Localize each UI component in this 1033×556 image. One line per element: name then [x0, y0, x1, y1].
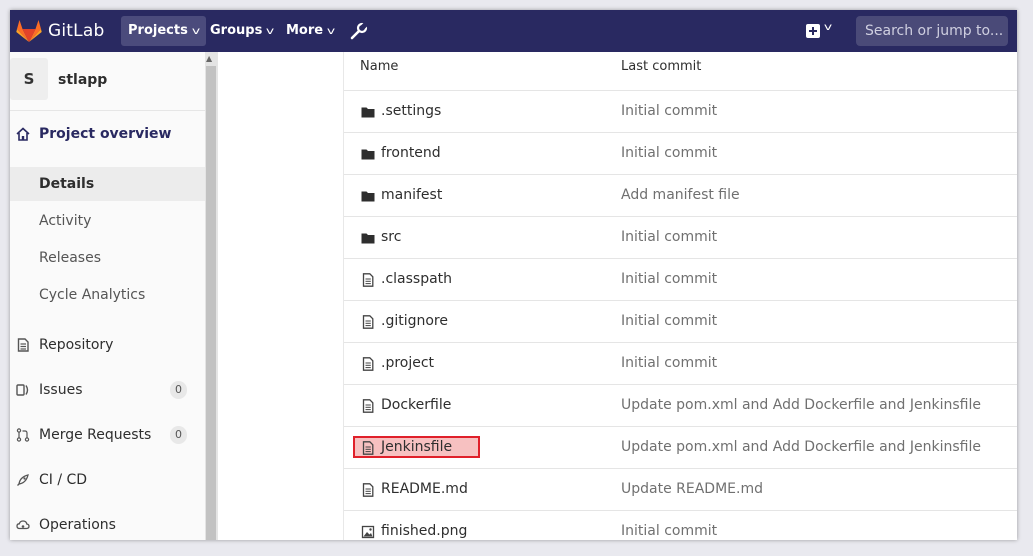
file-name-link[interactable]: .classpath [381, 271, 452, 287]
file-icon [362, 441, 374, 455]
file-name-link[interactable]: frontend [381, 145, 441, 161]
last-commit-link[interactable]: Initial commit [621, 523, 717, 539]
sidebar-item-label: Releases [39, 250, 101, 266]
table-row[interactable]: src Initial commit [344, 216, 1017, 258]
file-icon [362, 273, 374, 287]
issues-icon [16, 384, 29, 396]
chevron-down-icon: v [326, 26, 336, 37]
file-icon [362, 399, 374, 413]
sidebar-item-merge-requests[interactable]: Merge Requests 0 [10, 418, 205, 452]
sidebar-item-label: Activity [39, 213, 92, 229]
file-icon [362, 483, 374, 497]
folder-icon [361, 107, 375, 118]
table-row[interactable]: .gitignore Initial commit [344, 300, 1017, 342]
table-row[interactable]: finished.png Initial commit [344, 510, 1017, 540]
column-header-name: Name [360, 59, 399, 74]
file-name-link[interactable]: src [381, 229, 401, 245]
sidebar-item-details[interactable]: Details [10, 167, 205, 201]
table-row[interactable]: .classpath Initial commit [344, 258, 1017, 300]
table-row[interactable]: README.md Update README.md [344, 468, 1017, 510]
last-commit-link[interactable]: Update pom.xml and Add Dockerfile and Je… [621, 397, 981, 413]
repository-file-table: Name Last commit .settings Initial commit… [218, 52, 1017, 540]
sidebar-scrollbar-thumb[interactable] [206, 66, 216, 540]
folder-icon [361, 149, 375, 160]
file-name-link[interactable]: README.md [381, 481, 468, 497]
more-label: More [286, 23, 324, 38]
last-commit-link[interactable]: Initial commit [621, 271, 717, 287]
file-icon [362, 357, 374, 371]
sidebar-item-label: CI / CD [39, 472, 88, 488]
sidebar-item-label: Project overview [39, 126, 172, 142]
table-row[interactable]: .project Initial commit [344, 342, 1017, 384]
wrench-icon[interactable] [350, 22, 368, 40]
file-name-link[interactable]: .project [381, 355, 434, 371]
last-commit-link[interactable]: Initial commit [621, 145, 717, 161]
sidebar-item-activity[interactable]: Activity [10, 204, 205, 238]
file-icon [362, 315, 374, 329]
rocket-icon [17, 474, 29, 486]
app-window: GitLab Projectsv Groupsv Morev v S stlap… [10, 10, 1017, 540]
projects-label: Projects [128, 23, 188, 38]
file-name-link[interactable]: Dockerfile [381, 397, 451, 413]
folder-icon [361, 233, 375, 244]
table-row[interactable]: frontend Initial commit [344, 132, 1017, 174]
table-row[interactable]: Jenkinsfile Update pom.xml and Add Docker… [344, 426, 1017, 468]
groups-dropdown[interactable]: Groups v [203, 16, 280, 46]
sidebar-divider [10, 110, 205, 111]
table-row[interactable]: Dockerfile Update pom.xml and Add Dockerf… [344, 384, 1017, 426]
sidebar-item-issues[interactable]: Issues 0 [10, 373, 205, 407]
groups-label: Groups [210, 23, 263, 38]
search-input[interactable] [856, 16, 1008, 46]
top-navbar: GitLab Projects v Groups v More v v [10, 10, 1017, 52]
chevron-down-icon: v [191, 26, 200, 37]
last-commit-link[interactable]: Add manifest file [621, 187, 740, 203]
chevron-down-icon[interactable]: v [824, 22, 832, 33]
scroll-up-arrow-icon[interactable]: ▲ [206, 54, 212, 63]
file-name-link[interactable]: finished.png [381, 523, 467, 539]
last-commit-link[interactable]: Update pom.xml and Add Dockerfile and Je… [621, 439, 981, 455]
last-commit-link[interactable]: Update README.md [621, 481, 763, 497]
column-header-last-commit: Last commit [621, 59, 702, 74]
table-row[interactable]: manifest Add manifest file [344, 174, 1017, 216]
folder-icon [361, 191, 375, 202]
sidebar-item-label: Operations [39, 517, 116, 533]
gitlab-logo-icon[interactable] [16, 19, 42, 43]
brand-name[interactable]: GitLab [48, 21, 104, 41]
chevron-down-icon: v [266, 26, 275, 37]
sidebar-item-cycle-analytics[interactable]: Cycle Analytics [10, 278, 205, 312]
sidebar-item-label: Details [39, 176, 95, 192]
project-name[interactable]: stlapp [58, 72, 107, 88]
last-commit-link[interactable]: Initial commit [621, 229, 717, 245]
last-commit-link[interactable]: Initial commit [621, 355, 717, 371]
home-icon [16, 127, 30, 141]
book-icon [17, 338, 29, 352]
sidebar-item-label: Issues [39, 382, 83, 398]
file-name-link[interactable]: Jenkinsfile [381, 439, 452, 455]
file-name-link[interactable]: manifest [381, 187, 442, 203]
cloud-gear-icon [16, 520, 30, 530]
sidebar: S stlapp Project overview Details Activi… [10, 52, 205, 540]
file-name-link[interactable]: .gitignore [381, 313, 448, 329]
project-avatar[interactable]: S [10, 58, 48, 100]
file-name-link[interactable]: .settings [381, 103, 441, 119]
sidebar-item-ci-cd[interactable]: CI / CD [10, 463, 205, 497]
table-row[interactable]: .settings Initial commit [344, 90, 1017, 132]
plus-square-icon[interactable] [806, 24, 820, 38]
merge-request-icon [16, 428, 30, 442]
projects-dropdown[interactable]: Projects v [121, 16, 206, 46]
image-file-icon [361, 525, 375, 539]
sidebar-item-project-overview[interactable]: Project overview [10, 117, 205, 151]
last-commit-link[interactable]: Initial commit [621, 103, 717, 119]
sidebar-item-releases[interactable]: Releases [10, 241, 205, 275]
issues-count-badge: 0 [170, 381, 187, 399]
sidebar-item-label: Cycle Analytics [39, 287, 146, 303]
sidebar-item-operations[interactable]: Operations [10, 508, 205, 540]
merge-requests-count-badge: 0 [170, 426, 187, 444]
sidebar-item-label: Repository [39, 337, 114, 353]
last-commit-link[interactable]: Initial commit [621, 313, 717, 329]
sidebar-item-repository[interactable]: Repository [10, 328, 205, 362]
more-dropdown[interactable]: More v [279, 16, 341, 46]
sidebar-item-label: Merge Requests [39, 427, 152, 443]
